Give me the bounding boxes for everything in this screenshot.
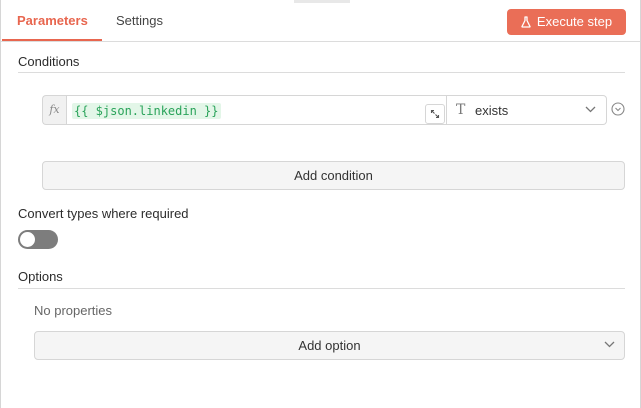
add-condition-button[interactable]: Add condition [42,161,625,190]
condition-options-icon[interactable] [611,102,625,116]
convert-types-label: Convert types where required [18,206,189,221]
chevron-down-icon [604,341,615,348]
convert-types-toggle[interactable] [18,230,58,249]
tab-parameters[interactable]: Parameters [17,0,88,42]
tab-settings[interactable]: Settings [116,0,163,42]
active-tab-indicator [2,39,102,41]
execute-step-button[interactable]: Execute step [507,9,626,35]
chevron-down-icon [585,106,596,113]
add-option-label: Add option [298,338,361,353]
no-properties-text: No properties [34,303,113,318]
toggle-knob [20,232,35,247]
text-type-icon: T [456,102,466,118]
condition-value-input[interactable]: {{ $json.linkedin }} [66,95,447,125]
operator-value: exists [475,103,509,118]
expand-icon [430,109,440,119]
conditions-title: Conditions [18,54,80,69]
options-divider [18,288,625,289]
add-option-button[interactable]: Add option [34,331,625,360]
execute-step-label: Execute step [536,14,613,29]
expression-text: {{ $json.linkedin }} [72,103,221,119]
conditions-divider [18,72,625,73]
panel-header: Parameters Settings Execute step [1,0,640,42]
expand-expression-button[interactable] [425,104,445,124]
flask-icon [521,16,531,28]
operator-select[interactable]: T exists [447,95,607,125]
condition-row: fx {{ $json.linkedin }} T exists [42,95,607,125]
options-title: Options [18,269,63,284]
fx-icon: fx [42,95,66,125]
